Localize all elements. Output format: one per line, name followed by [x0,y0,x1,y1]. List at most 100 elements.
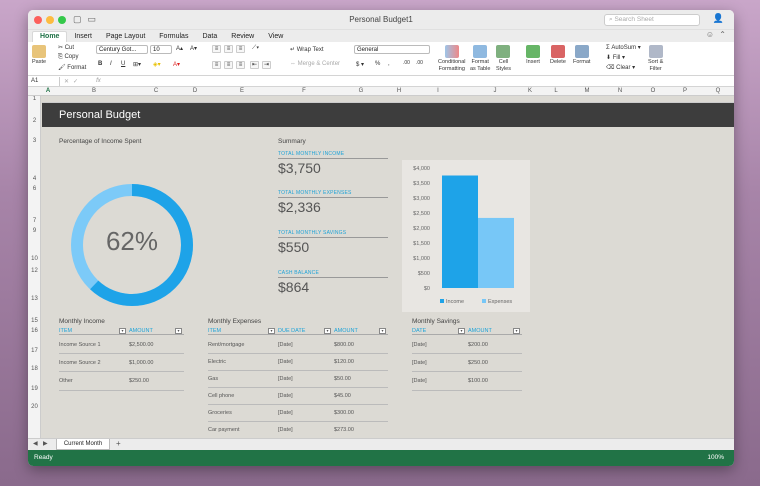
tab-home[interactable]: Home [32,31,68,42]
feedback-smiley-icon[interactable]: ☺ [706,30,714,39]
next-sheet-icon[interactable]: ▶ [43,440,48,447]
comma-button[interactable]: , [388,61,390,67]
filter-dropdown-icon[interactable]: ▾ [458,328,465,334]
sheet-tab-current-month[interactable]: Current Month [56,439,110,450]
tab-data[interactable]: Data [195,32,224,42]
summary-value[interactable]: $864 [278,279,388,295]
table-cell[interactable]: $50.00 [334,376,351,382]
sheet-title[interactable]: Personal Budget [59,109,140,121]
add-sheet-button[interactable]: + [116,439,121,448]
filter-dropdown-icon[interactable]: ▾ [513,328,520,334]
row-header[interactable]: 17 [28,348,41,354]
cell-styles-button[interactable]: Cell Styles [496,45,511,72]
expenses-col-item[interactable]: ITEM [208,328,221,334]
decrease-indent-button[interactable]: ⇤ [250,61,259,69]
expenses-col-due-date[interactable]: DUE DATE [278,328,305,334]
bar-expenses[interactable] [478,217,514,288]
column-header[interactable]: N [618,88,622,94]
align-left-button[interactable]: ≡ [212,61,221,69]
income-expenses-chart[interactable]: $0 $500 $1,000 $1,500 $2,000 $2,500 $3,000 $3,5… [402,160,530,312]
column-header[interactable]: C [154,88,158,94]
underline-button[interactable]: U [121,61,125,67]
column-header[interactable]: D [193,88,197,94]
table-cell[interactable]: Other [59,378,73,384]
column-header[interactable]: G [359,88,364,94]
table-cell[interactable]: Gas [208,376,218,382]
align-top-button[interactable]: ≡ [212,45,221,53]
filter-dropdown-icon[interactable]: ▾ [119,328,126,334]
fill-color-button[interactable]: ◈▾ [153,61,161,68]
row-header[interactable]: 7 [28,218,41,224]
wrap-text-button[interactable]: ↵ Wrap Text [290,46,324,53]
expenses-title[interactable]: Monthly Expenses [208,318,261,325]
filter-dropdown-icon[interactable]: ▾ [268,328,275,334]
row-header[interactable]: 2 [28,118,41,124]
summary-value[interactable]: $2,336 [278,199,388,215]
table-cell[interactable]: $273.00 [334,427,354,433]
column-header[interactable]: Q [716,88,721,94]
table-cell[interactable]: $120.00 [334,359,354,365]
bold-button[interactable]: B [98,61,102,67]
row-header[interactable]: 1 [28,96,41,102]
copy-button[interactable]: ⎘ Copy [58,54,78,61]
orientation-button[interactable]: ⟋▾ [252,45,259,52]
table-cell[interactable]: Groceries [208,410,232,416]
row-header[interactable]: 3 [28,138,41,144]
summary-value[interactable]: $550 [278,239,388,255]
cut-button[interactable]: ✂ Cut [58,44,74,51]
zoom-level[interactable]: 100% [707,454,724,461]
function-icon[interactable]: fx [96,78,101,84]
align-middle-button[interactable]: ≡ [224,45,233,53]
table-cell[interactable]: $250.00 [129,378,149,384]
table-cell[interactable]: [Date] [412,378,427,384]
align-bottom-button[interactable]: ≡ [236,45,245,53]
table-cell[interactable]: [Date] [278,359,293,365]
increase-decimal-button[interactable]: .00 [403,60,410,66]
income-col-amount[interactable]: AMOUNT [129,328,153,334]
tab-view[interactable]: View [261,32,290,42]
enter-icon[interactable]: ✓ [73,78,78,85]
cancel-icon[interactable]: ✕ [64,78,69,85]
table-cell[interactable]: [Date] [278,410,293,416]
table-cell[interactable]: Cell phone [208,393,234,399]
grow-font-button[interactable]: A▴ [176,45,183,52]
table-cell[interactable]: $300.00 [334,410,354,416]
column-header[interactable]: K [528,88,532,94]
row-header[interactable]: 4 [28,176,41,182]
table-cell[interactable]: $100.00 [468,378,488,384]
filter-dropdown-icon[interactable]: ▾ [175,328,182,334]
table-cell[interactable]: [Date] [278,376,293,382]
row-header[interactable]: 13 [28,296,41,302]
row-header[interactable]: 9 [28,228,41,234]
align-right-button[interactable]: ≡ [236,61,245,69]
bar-income[interactable] [442,175,478,289]
column-header[interactable]: P [683,88,687,94]
table-cell[interactable]: [Date] [412,342,427,348]
number-format-select[interactable]: General [354,45,430,54]
summary-caption[interactable]: CASH BALANCE [278,270,388,276]
column-header[interactable]: I [437,88,439,94]
table-cell[interactable]: $200.00 [468,342,488,348]
table-cell[interactable]: $250.00 [468,360,488,366]
summary-caption[interactable]: TOTAL MONTHLY SAVINGS [278,230,388,236]
decrease-decimal-button[interactable]: .00 [416,60,423,66]
name-box[interactable]: A1 [28,76,60,86]
delete-cells-button[interactable]: Delete [550,45,566,66]
increase-indent-button[interactable]: ⇥ [262,61,271,69]
font-size-select[interactable]: 10 [150,45,172,54]
table-cell[interactable]: Income Source 1 [59,342,101,348]
table-cell[interactable]: Electric [208,359,226,365]
filter-dropdown-icon[interactable]: ▾ [324,328,331,334]
column-header[interactable]: J [494,88,497,94]
row-header[interactable]: 16 [28,328,41,334]
column-header[interactable]: E [240,88,244,94]
font-name-select[interactable]: Century Got... [96,45,148,54]
table-cell[interactable]: Income Source 2 [59,360,101,366]
currency-button[interactable]: $ ▾ [356,61,364,68]
tab-review[interactable]: Review [224,32,261,42]
share-user-icon[interactable]: 👤 [713,13,724,24]
merge-center-button[interactable]: ⇔ Merge & Center [290,61,340,67]
row-header[interactable]: 19 [28,386,41,392]
row-header[interactable]: 6 [28,186,41,192]
table-cell[interactable]: Rent/mortgage [208,342,244,348]
